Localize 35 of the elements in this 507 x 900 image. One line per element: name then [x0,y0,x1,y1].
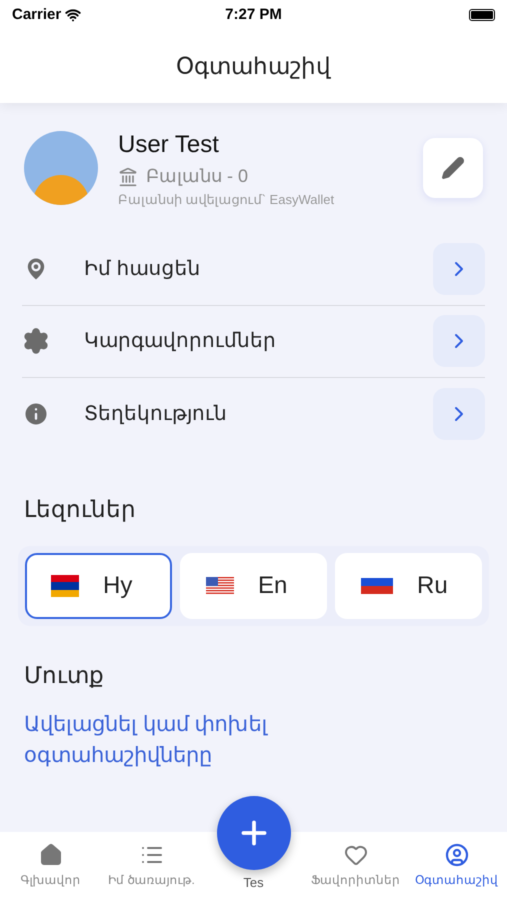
add-button[interactable] [217,796,291,870]
menu-item-label[interactable]: Կարգավորումներ [64,326,433,356]
account-icon [444,843,468,867]
status-time: 7:27 PM [225,4,282,25]
battery-icon [468,9,495,21]
carrier-label: Carrier [12,4,62,25]
tab-item[interactable]: Իմ ծառայութ. [101,843,202,889]
balance-note: Բալանսի ավելացում` EasyWallet [118,191,336,209]
section-title: Մուտք [23,661,105,690]
home-icon [38,843,62,867]
menu-item-label[interactable]: Իմ հասցեն [64,254,433,284]
wifi-icon [65,7,82,23]
pencil-icon [441,156,465,180]
heart-icon [344,843,368,867]
chevron-button[interactable] [433,243,485,295]
tab-item[interactable]: Ֆավորիտներ [305,843,406,889]
page-title: Օգտահաշիվ [176,52,331,82]
menu-item-label[interactable]: Տեղեկություն [64,398,433,428]
armenia-flag-icon [51,575,79,597]
language-option[interactable]: Ru [335,553,482,619]
chevron-button[interactable] [433,315,485,367]
section-title: Լեզուներ [23,494,137,524]
chevron-button[interactable] [433,388,485,440]
user-name: User Test [118,130,220,160]
bank-icon [118,166,138,186]
tab-label: Tes [243,874,264,892]
tab-item[interactable]: Օգտահաշիվ [406,843,507,889]
balance-text: Բալանս - 0 [146,165,248,188]
language-option[interactable]: Hy [25,553,172,619]
russia-flag-icon [361,578,393,594]
edit-button[interactable] [423,138,483,198]
language-option[interactable]: En [180,553,327,619]
accounts-link[interactable]: Ավելացնել կամ փոխել օգտահաշիվները [0,708,507,770]
tab-item[interactable]: Գլխավոր [0,843,101,889]
usa-flag-icon [206,577,234,595]
